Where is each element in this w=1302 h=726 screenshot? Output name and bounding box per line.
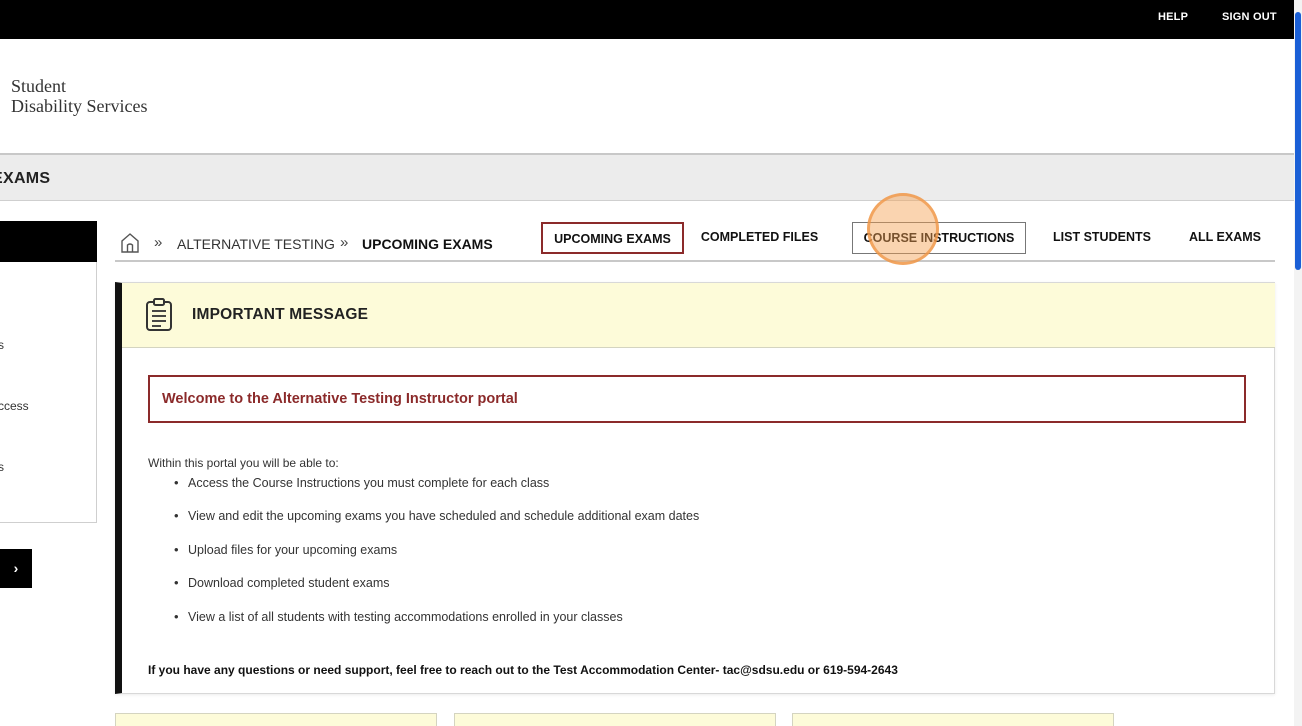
intro-text: Within this portal you will be able to:: [148, 456, 339, 470]
sign-out-link[interactable]: SIGN OUT: [1222, 11, 1277, 23]
list-item: Download completed student exams: [166, 573, 699, 606]
sidebar-item-2[interactable]: ccess: [0, 399, 29, 413]
breadcrumb-separator: »: [340, 234, 349, 251]
sidebar-next-button[interactable]: ›: [0, 549, 32, 588]
summary-card-3[interactable]: [792, 713, 1114, 726]
message-title: IMPORTANT MESSAGE: [192, 306, 369, 323]
tab-course-instructions[interactable]: COURSE INSTRUCTIONS: [852, 222, 1026, 254]
list-item: Access the Course Instructions you must …: [166, 473, 699, 506]
sidebar-header: [0, 221, 97, 262]
sidebar-menu: s ccess s: [0, 262, 97, 523]
logo-line-1: Student: [11, 76, 67, 96]
breadcrumb-separator: »: [154, 234, 163, 251]
tab-list-students[interactable]: LIST STUDENTS: [1041, 222, 1163, 254]
home-icon[interactable]: [119, 232, 141, 254]
top-bar: HELP SIGN OUT: [0, 0, 1302, 39]
breadcrumb-current: UPCOMING EXAMS: [362, 236, 493, 252]
list-item: View a list of all students with testing…: [166, 607, 699, 640]
sidebar-item-3[interactable]: s: [0, 460, 4, 474]
logo-line-2: Disability Services: [11, 96, 148, 116]
message-header: IMPORTANT MESSAGE: [122, 283, 1275, 348]
important-message-card: IMPORTANT MESSAGE Welcome to the Alterna…: [115, 282, 1275, 694]
site-logo[interactable]: Student Disability Services: [11, 76, 147, 116]
list-item: Upload files for your upcoming exams: [166, 540, 699, 573]
sidebar-item-1[interactable]: s: [0, 338, 4, 352]
tab-upcoming-exams[interactable]: UPCOMING EXAMS: [541, 222, 684, 254]
section-header: EXAMS: [0, 155, 1294, 201]
welcome-banner: Welcome to the Alternative Testing Instr…: [148, 375, 1246, 423]
help-link[interactable]: HELP: [1158, 11, 1188, 23]
scrollbar-thumb[interactable]: [1295, 12, 1301, 270]
tab-all-exams[interactable]: ALL EXAMS: [1180, 222, 1270, 254]
tab-completed-files[interactable]: COMPLETED FILES: [697, 222, 822, 254]
summary-card-2[interactable]: [454, 713, 776, 726]
section-title: EXAMS: [0, 170, 51, 187]
support-text: If you have any questions or need suppor…: [148, 663, 898, 677]
summary-card-1[interactable]: [115, 713, 437, 726]
breadcrumb-parent-link[interactable]: ALTERNATIVE TESTING: [177, 236, 335, 252]
welcome-text: Welcome to the Alternative Testing Instr…: [162, 391, 518, 407]
breadcrumb-nav: » ALTERNATIVE TESTING » UPCOMING EXAMS U…: [115, 216, 1275, 262]
list-item: View and edit the upcoming exams you hav…: [166, 506, 699, 539]
clipboard-icon: [146, 298, 172, 331]
feature-list: Access the Course Instructions you must …: [166, 473, 699, 640]
